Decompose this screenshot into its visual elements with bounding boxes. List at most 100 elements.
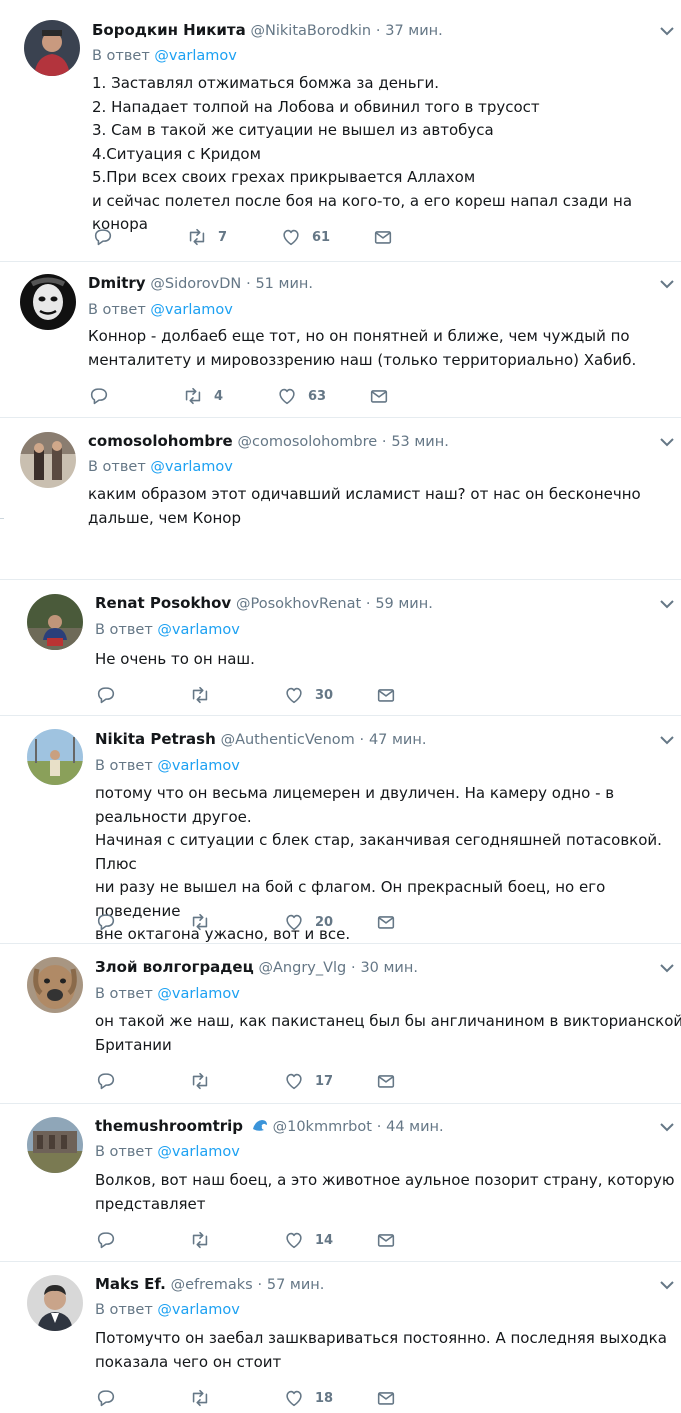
chevron-down-icon[interactable]	[659, 436, 675, 448]
retweet-icon	[192, 686, 208, 704]
message-button[interactable]	[375, 910, 397, 934]
author-name[interactable]: themushroomtrip	[95, 1117, 243, 1135]
avatar[interactable]	[27, 729, 83, 785]
reply-button[interactable]	[95, 910, 117, 934]
timestamp[interactable]: 37 мин.	[385, 23, 443, 39]
tweet: Nikita Petrash @AuthenticVenom · 47 мин.…	[0, 716, 681, 944]
message-button[interactable]	[375, 1069, 397, 1093]
timestamp[interactable]: 47 мин.	[369, 732, 427, 748]
reply-mention[interactable]: @varlamov	[157, 1302, 239, 1318]
chevron-down-icon[interactable]	[659, 734, 675, 746]
separator-dot: ·	[381, 434, 387, 450]
timestamp[interactable]: 44 мин.	[386, 1119, 444, 1135]
author-handle[interactable]: @Angry_Vlg	[259, 960, 347, 976]
reply-mention[interactable]: @varlamov	[150, 302, 232, 318]
author-handle[interactable]: @efremaks	[171, 1277, 253, 1293]
message-button[interactable]	[375, 1228, 397, 1252]
avatar[interactable]	[27, 957, 83, 1013]
like-button[interactable]: 14	[283, 1228, 333, 1252]
action-bar: 30	[95, 683, 515, 707]
reply-button[interactable]	[95, 1069, 117, 1093]
author-handle[interactable]: @AuthenticVenom	[221, 732, 355, 748]
avatar[interactable]	[27, 594, 83, 650]
timestamp[interactable]: 53 мин.	[391, 434, 449, 450]
tweet-text: Потомучто он заебал зашквариваться посто…	[95, 1329, 667, 1371]
author-name[interactable]: Nikita Petrash	[95, 730, 216, 748]
action-bar: 7 61	[92, 225, 512, 249]
reply-mention[interactable]: @varlamov	[157, 758, 239, 774]
envelope-icon	[377, 1075, 395, 1088]
timestamp[interactable]: 30 мин.	[360, 960, 418, 976]
retweet-button[interactable]	[189, 683, 211, 707]
separator-dot: ·	[365, 596, 371, 612]
message-button[interactable]	[368, 384, 390, 408]
heart-icon	[286, 1390, 302, 1407]
tweet: comosolohombre @comosolohombre · 53 мин.…	[0, 418, 681, 580]
reply-button[interactable]	[92, 225, 114, 249]
avatar[interactable]	[20, 274, 76, 330]
tweet-text: Волков, вот наш боец, а это животное аул…	[95, 1171, 675, 1213]
author-name[interactable]: comosolohombre	[88, 432, 233, 450]
avatar[interactable]	[27, 1275, 83, 1331]
reply-prefix: В ответ	[88, 459, 146, 475]
author-name[interactable]: Renat Posokhov	[95, 594, 231, 612]
author-handle[interactable]: @10kmmrbot	[273, 1119, 372, 1135]
author-name[interactable]: Dmitry	[88, 274, 146, 292]
reply-mention[interactable]: @varlamov	[154, 48, 236, 64]
reply-mention[interactable]: @varlamov	[157, 1144, 239, 1160]
author-name[interactable]: Maks Ef.	[95, 1275, 166, 1293]
reply-button[interactable]	[88, 384, 110, 408]
like-button[interactable]: 63	[276, 384, 326, 408]
chevron-down-icon[interactable]	[659, 1279, 675, 1291]
message-button[interactable]	[375, 683, 397, 707]
author-name[interactable]: Злой волгоградец	[95, 958, 254, 976]
like-button[interactable]: 18	[283, 1386, 333, 1410]
chevron-down-icon[interactable]	[659, 598, 675, 610]
action-bar: 4 63	[88, 384, 508, 408]
chevron-down-icon[interactable]	[659, 1121, 675, 1133]
divider-tick	[0, 518, 4, 519]
chevron-down-icon[interactable]	[659, 962, 675, 974]
retweet-button[interactable]	[189, 1386, 211, 1410]
avatar[interactable]	[27, 1117, 83, 1173]
retweet-button[interactable]	[189, 1069, 211, 1093]
chevron-down-icon[interactable]	[659, 25, 675, 37]
reply-prefix: В ответ	[92, 48, 150, 64]
heart-icon	[283, 229, 299, 246]
retweet-button[interactable]: 4	[182, 384, 223, 408]
reply-mention[interactable]: @varlamov	[157, 622, 239, 638]
message-button[interactable]	[372, 225, 394, 249]
reply-button[interactable]	[95, 1386, 117, 1410]
reply-mention[interactable]: @varlamov	[150, 459, 232, 475]
author-name[interactable]: Бородкин Никита	[92, 21, 246, 39]
retweet-icon	[192, 1072, 208, 1090]
message-button[interactable]	[375, 1386, 397, 1410]
retweet-button[interactable]	[189, 1228, 211, 1252]
like-button[interactable]: 61	[280, 225, 330, 249]
timestamp[interactable]: 59 мин.	[375, 596, 433, 612]
avatar[interactable]	[24, 20, 80, 76]
reply-icon	[97, 1390, 115, 1407]
timestamp[interactable]: 51 мин.	[255, 276, 313, 292]
reply-prefix: В ответ	[95, 1302, 153, 1318]
like-button[interactable]: 17	[283, 1069, 333, 1093]
like-button[interactable]: 20	[283, 910, 333, 934]
reply-mention[interactable]: @varlamov	[157, 986, 239, 1002]
author-handle[interactable]: @NikitaBorodkin	[251, 23, 372, 39]
author-handle[interactable]: @comosolohombre	[238, 434, 378, 450]
reply-icon	[97, 687, 115, 704]
tweet: Maks Ef. @efremaks · 57 мин. В ответ @va…	[0, 1262, 681, 1413]
timestamp[interactable]: 57 мин.	[267, 1277, 325, 1293]
reply-prefix: В ответ	[95, 758, 153, 774]
author-handle[interactable]: @SidorovDN	[150, 276, 241, 292]
chevron-down-icon[interactable]	[659, 278, 675, 290]
author-handle[interactable]: @PosokhovRenat	[236, 596, 361, 612]
retweet-button[interactable]	[189, 910, 211, 934]
tweet: Renat Posokhov @PosokhovRenat · 59 мин. …	[0, 580, 681, 716]
like-button[interactable]: 30	[283, 683, 333, 707]
reply-button[interactable]	[95, 1228, 117, 1252]
retweet-button[interactable]: 7	[186, 225, 227, 249]
reply-button[interactable]	[95, 683, 117, 707]
retweet-icon	[189, 228, 205, 246]
avatar[interactable]	[20, 432, 76, 488]
